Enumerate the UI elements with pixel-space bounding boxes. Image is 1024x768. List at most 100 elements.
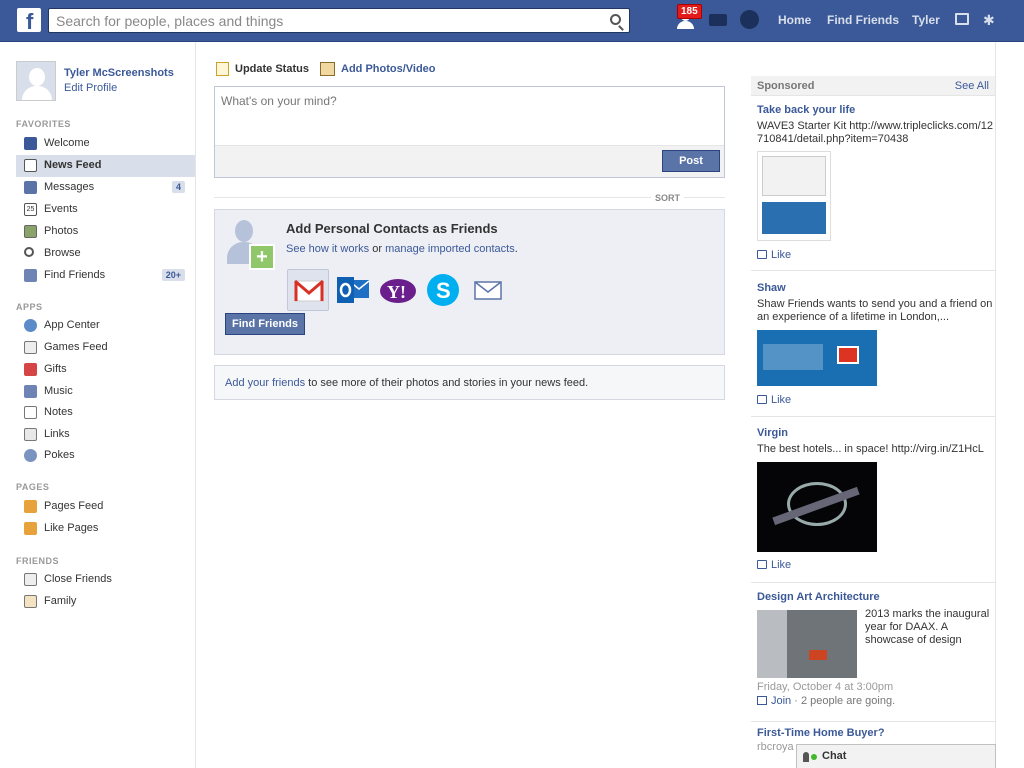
online-status-icon: [811, 754, 817, 760]
avatar[interactable]: [16, 61, 56, 101]
find-friends-button[interactable]: Find Friends: [225, 313, 305, 335]
ad-title-link[interactable]: Design Art Architecture: [757, 591, 995, 603]
ad-title-link[interactable]: Shaw: [757, 282, 995, 294]
sidebar-item-messages[interactable]: Messages 4: [16, 177, 195, 199]
privacy-shortcuts-icon[interactable]: [955, 13, 969, 25]
like-button[interactable]: Like: [757, 559, 791, 571]
manage-imported-contacts-link[interactable]: manage imported contacts: [385, 243, 515, 255]
sidebar-item-label: Family: [44, 595, 77, 607]
sidebar-item-label: Pokes: [44, 449, 75, 461]
sidebar-item-label: Photos: [44, 225, 79, 237]
sidebar-item-music[interactable]: Music: [16, 381, 195, 403]
period-text: .: [514, 243, 518, 255]
see-all-link[interactable]: See All: [955, 80, 989, 92]
sidebar-item-games-feed[interactable]: Games Feed: [16, 337, 195, 359]
ad-image[interactable]: [757, 330, 877, 386]
sidebar-item-photos[interactable]: Photos: [16, 221, 195, 243]
add-friends-text: to see more of their photos and stories …: [305, 377, 589, 389]
ad-virgin: Virgin The best hotels... in space! http…: [757, 427, 995, 577]
sidebar-item-find-friends[interactable]: Find Friends 20+: [16, 265, 195, 287]
sidebar-item-events[interactable]: 25 Events: [16, 199, 195, 221]
nav-home-link[interactable]: Home: [778, 13, 811, 27]
sidebar-item-label: Close Friends: [44, 573, 112, 585]
status-icon: [216, 62, 229, 76]
post-button[interactable]: Post: [662, 150, 720, 172]
tab-label: Add Photos/Video: [341, 63, 436, 75]
gear-icon[interactable]: ✱: [983, 12, 995, 29]
see-how-it-works-link[interactable]: See how it works: [286, 243, 369, 255]
messages-icon[interactable]: [707, 10, 729, 30]
join-link[interactable]: Join: [771, 695, 791, 707]
facebook-logo-icon[interactable]: f: [17, 8, 41, 34]
like-label: Like: [771, 394, 792, 406]
sort-dropdown[interactable]: SORT: [651, 193, 685, 203]
news-feed-column: Update Status Add Photos/Video What's on…: [196, 42, 751, 768]
sidebar-item-app-center[interactable]: App Center: [16, 315, 195, 337]
add-friends-banner: Add your friends to see more of their ph…: [214, 365, 725, 400]
profile-name-link[interactable]: Tyler McScreenshots: [64, 67, 174, 79]
poke-icon: [24, 449, 37, 462]
like-label: Like: [771, 559, 792, 571]
sponsored-header: Sponsored See All: [751, 76, 995, 96]
ad-body: 2013 marks the inaugural year for DAAX. …: [865, 608, 990, 646]
ad-image[interactable]: [757, 462, 877, 552]
games-icon: [24, 341, 37, 354]
chat-bar[interactable]: Chat: [796, 744, 996, 768]
sidebar-item-welcome[interactable]: Welcome: [16, 133, 195, 155]
sidebar-item-like-pages[interactable]: Like Pages: [16, 518, 195, 540]
tab-label: Update Status: [235, 63, 309, 75]
search-input[interactable]: Search for people, places and things: [48, 8, 630, 33]
nav-profile-link[interactable]: Tyler: [912, 13, 940, 27]
sidebar-item-label: Welcome: [44, 137, 90, 149]
yahoo-icon[interactable]: Y!: [377, 269, 419, 311]
like-button[interactable]: Like: [757, 249, 791, 261]
sidebar-item-label: Messages: [44, 181, 95, 193]
status-input-placeholder[interactable]: What's on your mind?: [221, 94, 337, 108]
search-icon[interactable]: [610, 14, 621, 25]
sidebar-item-family[interactable]: Family: [16, 591, 195, 613]
facebook-icon: [24, 137, 37, 150]
left-sidebar: Tyler McScreenshots Edit Profile FAVORIT…: [0, 42, 196, 768]
sidebar-item-label: Music: [44, 385, 73, 397]
outlook-icon[interactable]: [332, 269, 374, 311]
sidebar-item-gifts[interactable]: Gifts: [16, 359, 195, 381]
notes-icon: [24, 406, 37, 419]
ad-image[interactable]: [757, 610, 857, 678]
gift-icon: [24, 363, 37, 376]
ad-title-link[interactable]: Take back your life: [757, 104, 995, 116]
app-center-icon: [24, 319, 37, 332]
like-label: Like: [771, 249, 792, 261]
ad-title-link[interactable]: Virgin: [757, 427, 995, 439]
ad-shaw: Shaw Shaw Friends wants to send you and …: [757, 282, 995, 412]
event-join-row: Join · 2 people are going.: [757, 695, 895, 707]
add-friend-icon: +: [225, 220, 275, 272]
sidebar-item-pokes[interactable]: Pokes: [16, 445, 195, 467]
chat-label: Chat: [822, 750, 847, 762]
edit-profile-link[interactable]: Edit Profile: [64, 82, 117, 94]
add-your-friends-link[interactable]: Add your friends: [225, 377, 305, 389]
photos-icon: [24, 225, 37, 238]
music-icon: [24, 385, 37, 398]
ad-take-back-your-life: Take back your life WAVE3 Starter Kit ht…: [757, 104, 995, 264]
ad-image[interactable]: [757, 151, 831, 241]
email-icon[interactable]: [467, 269, 509, 311]
sidebar-item-browse[interactable]: Browse: [16, 243, 195, 265]
sidebar-item-label: App Center: [44, 319, 100, 331]
divider: [751, 721, 995, 722]
sidebar-item-pages-feed[interactable]: Pages Feed: [16, 496, 195, 518]
sidebar-item-notes[interactable]: Notes: [16, 402, 195, 424]
nav-find-friends-link[interactable]: Find Friends: [827, 13, 899, 27]
sidebar-item-links[interactable]: Links: [16, 424, 195, 446]
svg-text:S: S: [436, 278, 451, 303]
friends-heading: FRIENDS: [16, 556, 60, 566]
skype-icon[interactable]: S: [422, 269, 464, 311]
gmail-icon[interactable]: [287, 269, 329, 311]
sidebar-item-close-friends[interactable]: Close Friends: [16, 569, 195, 591]
status-composer[interactable]: What's on your mind? Post: [214, 86, 725, 178]
calendar-icon: 25: [24, 203, 37, 216]
ad-title-link[interactable]: First-Time Home Buyer?: [757, 727, 995, 739]
like-button[interactable]: Like: [757, 394, 791, 406]
sidebar-item-label: Browse: [44, 247, 81, 259]
notifications-globe-icon[interactable]: [739, 10, 761, 30]
sidebar-item-news-feed[interactable]: News Feed: [16, 155, 195, 177]
